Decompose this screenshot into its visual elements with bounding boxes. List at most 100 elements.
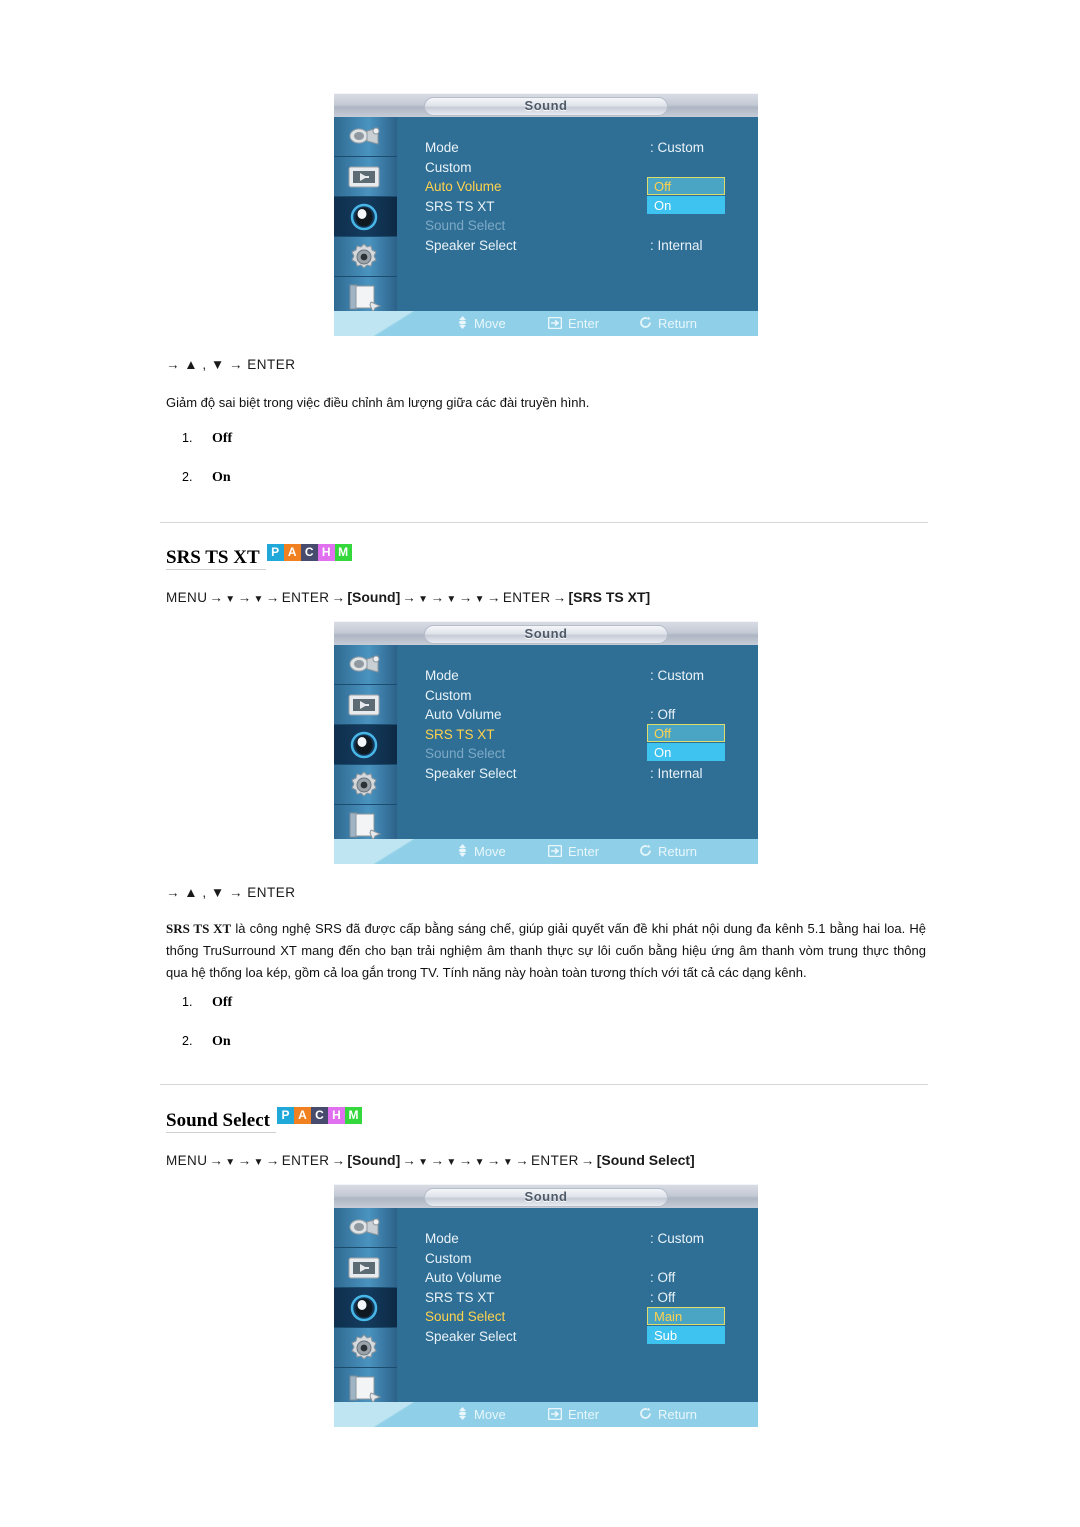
osd-option-alternate[interactable]: Sub xyxy=(647,1326,725,1344)
osd-footer-enter[interactable]: Enter xyxy=(547,1402,600,1427)
osd-footer-return[interactable]: Return xyxy=(639,839,697,864)
osd-sidebar-item-sound[interactable] xyxy=(334,1288,397,1328)
list-item-number: 2. xyxy=(182,1034,193,1048)
osd-menu-value xyxy=(650,216,704,236)
osd-footer-return[interactable]: Return xyxy=(639,1402,697,1427)
osd-footer-enter[interactable]: Enter xyxy=(547,839,600,864)
osd-sidebar-item-sound[interactable] xyxy=(334,197,397,237)
list-item: 1. Off xyxy=(182,431,232,470)
osd-sidebar-item-sound[interactable] xyxy=(334,725,397,765)
list-item: 2. On xyxy=(182,1034,232,1073)
list-item-label: On xyxy=(212,1034,231,1049)
osd-menu-item-srs-ts-xt[interactable]: SRS TS XT xyxy=(425,197,517,217)
osd-footer-enter-label: Enter xyxy=(568,316,600,331)
osd-menu-item-custom[interactable]: Custom xyxy=(425,686,517,706)
osd-menu-value: : Custom xyxy=(650,668,705,683)
osd-menu-item-custom[interactable]: Custom xyxy=(425,1249,517,1269)
nav-target-sound: [Sound] xyxy=(347,589,401,605)
badge-c: C xyxy=(300,544,318,561)
osd-footer-move-label: Move xyxy=(474,316,506,331)
list-item-label: On xyxy=(212,470,231,485)
return-icon xyxy=(639,312,652,336)
osd-menu-item-mode[interactable]: Mode xyxy=(425,666,517,686)
osd-footer-move[interactable]: Move xyxy=(457,1402,506,1427)
osd-footer-return[interactable]: Return xyxy=(639,311,697,336)
osd-menu-value: : Off xyxy=(650,1270,676,1285)
osd-sidebar-item-input-source[interactable] xyxy=(334,117,397,157)
osd-menu-item-sound-select[interactable]: Sound Select xyxy=(425,744,517,764)
move-icon xyxy=(457,1403,468,1427)
osd-sidebar-item-input-source[interactable] xyxy=(334,1208,397,1248)
srs-description: SRS TS XT là công nghệ SRS đã được cấp b… xyxy=(166,918,926,984)
osd-menu-item-srs-ts-xt[interactable]: SRS TS XT xyxy=(425,1288,517,1308)
srs-description-body: là công nghệ SRS đã được cấp bằng sáng c… xyxy=(166,921,927,980)
osd-menu-item-srs-ts-xt[interactable]: SRS TS XT xyxy=(425,725,517,745)
osd-title-bar: Sound xyxy=(334,621,758,646)
osd-menu-item-auto-volume[interactable]: Auto Volume xyxy=(425,705,517,725)
osd-sidebar-item-setup-gear[interactable] xyxy=(334,1328,397,1368)
osd-footer: Move Enter Return xyxy=(334,839,758,864)
osd-option-current[interactable]: Off xyxy=(647,177,725,195)
badge-p: P xyxy=(266,544,284,561)
osd-footer-enter-label: Enter xyxy=(568,844,600,859)
return-icon xyxy=(639,840,652,864)
badge-a: A xyxy=(294,1107,311,1124)
heading-srs-ts-xt-text: SRS TS XT xyxy=(166,547,266,570)
osd-sidebar-item-setup-gear[interactable] xyxy=(334,765,397,805)
osd-footer-hints: Move Enter Return xyxy=(397,1402,758,1427)
osd-menu-labels: Mode Custom Auto Volume SRS TS XT Sound Sele… xyxy=(425,666,517,783)
badge-group-pachm-2: PACHM xyxy=(277,1107,362,1129)
osd-option-alternate[interactable]: On xyxy=(647,743,725,761)
srs-description-lead: SRS TS XT xyxy=(166,921,232,936)
osd-menu-item-auto-volume[interactable]: Auto Volume xyxy=(425,1268,517,1288)
list-item: 2. On xyxy=(182,470,232,509)
badge-p: P xyxy=(277,1107,294,1124)
srs-option-list: 1. Off 2. On xyxy=(182,995,232,1073)
osd-content: Mode Custom Auto Volume SRS TS XT Sound Sele… xyxy=(397,117,758,336)
osd-footer-enter[interactable]: Enter xyxy=(547,311,600,336)
osd-sidebar-item-input-source[interactable] xyxy=(334,645,397,685)
osd-sidebar-item-picture[interactable] xyxy=(334,1248,397,1288)
osd-menu-item-sound-select[interactable]: Sound Select xyxy=(425,1307,517,1327)
osd-option-current[interactable]: Main xyxy=(647,1307,725,1325)
nav-enter-label-3: ENTER xyxy=(281,1153,330,1168)
osd-footer-move[interactable]: Move xyxy=(457,311,506,336)
osd-title-bar: Sound xyxy=(334,93,758,118)
osd-menu-item-speaker-select[interactable]: Speaker Select xyxy=(425,764,517,784)
list-item-number: 1. xyxy=(182,431,193,445)
osd-menu-item-speaker-select[interactable]: Speaker Select xyxy=(425,236,517,256)
osd-footer-move[interactable]: Move xyxy=(457,839,506,864)
osd-sidebar-item-picture[interactable] xyxy=(334,157,397,197)
badge-group-pachm: PACHM xyxy=(266,544,352,566)
osd-menu-item-speaker-select[interactable]: Speaker Select xyxy=(425,1327,517,1347)
osd-menu-item-mode[interactable]: Mode xyxy=(425,138,517,158)
divider-1 xyxy=(160,522,928,523)
osd-sidebar xyxy=(334,645,397,864)
osd-menu-item-sound-select[interactable]: Sound Select xyxy=(425,216,517,236)
nav-enter-label-4: ENTER xyxy=(531,1153,579,1168)
enter-icon xyxy=(547,1403,563,1427)
osd-option-alternate[interactable]: On xyxy=(647,196,725,214)
osd-menu-item-mode[interactable]: Mode xyxy=(425,1229,517,1249)
osd-sidebar xyxy=(334,1208,397,1427)
osd-sidebar-item-picture[interactable] xyxy=(334,685,397,725)
divider-2 xyxy=(160,1084,928,1085)
osd-menu-item-custom[interactable]: Custom xyxy=(425,158,517,178)
osd-content: Mode Custom Auto Volume SRS TS XT Sound Sele… xyxy=(397,1208,758,1427)
osd-option-current[interactable]: Off xyxy=(647,724,725,742)
osd-title-bar: Sound xyxy=(334,1184,758,1209)
move-icon xyxy=(457,312,468,336)
osd-menu-item-auto-volume[interactable]: Auto Volume xyxy=(425,177,517,197)
list-item-label: Off xyxy=(212,431,233,446)
osd-menu-value: : Custom xyxy=(650,140,705,155)
osd-sidebar-item-setup-gear[interactable] xyxy=(334,237,397,277)
osd-footer-hints: Move Enter Return xyxy=(397,311,758,336)
heading-sound-select: Sound Select P A C H M xyxy=(166,1107,362,1133)
badge-m: M xyxy=(345,1107,362,1124)
osd-menu-value: : Internal xyxy=(650,237,703,253)
list-item-label: Off xyxy=(212,995,233,1010)
osd-footer-enter-label: Enter xyxy=(568,1407,600,1422)
nav-target-sound-2: [Sound] xyxy=(347,1152,401,1168)
return-icon xyxy=(639,1403,652,1427)
osd-menu-value xyxy=(650,158,704,178)
